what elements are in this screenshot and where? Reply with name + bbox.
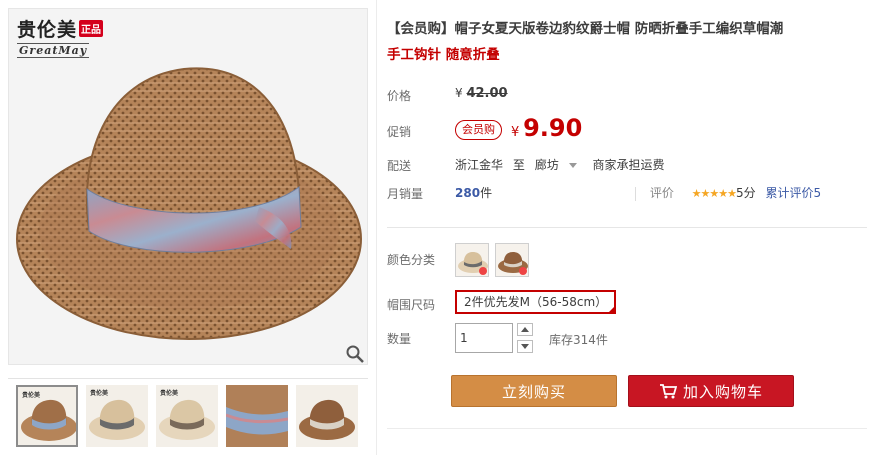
checkmark-corner-icon — [607, 305, 617, 314]
ship-to-word: 至 — [512, 158, 525, 172]
thumb-logo: 贵伦美 — [90, 390, 109, 397]
section-divider — [387, 428, 867, 429]
product-info-panel: 【会员购】帽子女夏天版卷边豹纹爵士帽 防晒折叠手工编织草帽潮 手工钩针 随意折叠… — [376, 0, 867, 455]
shipping-fee-note: 商家承担运费 — [592, 158, 665, 172]
quantity-increase-button[interactable] — [517, 323, 533, 336]
size-label: 帽围尺码 — [387, 298, 436, 312]
member-promo-tag: 会员购 — [455, 120, 502, 140]
promo-currency: ¥ — [511, 125, 520, 140]
ship-from: 浙江金华 — [455, 158, 504, 172]
add-to-cart-button[interactable]: 加入购物车 — [628, 375, 794, 407]
selected-dot-icon — [479, 267, 487, 275]
star-rating-icon: ★★★★★ — [691, 187, 737, 200]
thumbnail-strip: 贵伦美 贵伦美 贵伦美 — [8, 378, 368, 447]
color-label: 颜色分类 — [387, 253, 436, 267]
chevron-down-icon — [521, 344, 529, 349]
product-title: 【会员购】帽子女夏天版卷边豹纹爵士帽 防晒折叠手工编织草帽潮 — [387, 21, 784, 37]
size-option-selected[interactable]: 2件优先发M（56-58cm） — [455, 290, 617, 314]
brand-subtitle: GreatMay — [17, 43, 90, 58]
price-label: 价格 — [387, 89, 412, 103]
brand-logo: 贵伦美 正品 GreatMay — [17, 15, 104, 58]
straw-hat-image — [16, 67, 362, 340]
monthly-sales-count: 280 — [455, 186, 481, 200]
divider — [635, 186, 636, 201]
buy-now-button[interactable]: 立刻购买 — [451, 375, 617, 407]
authentic-badge: 正品 — [79, 20, 104, 37]
product-subtitle: 手工钩针 随意折叠 — [387, 47, 500, 63]
original-price-value: 42.00 — [466, 86, 508, 101]
selected-dot-icon — [519, 267, 527, 275]
buy-now-label: 立刻购买 — [501, 382, 566, 401]
promo-price-value: 9.90 — [523, 114, 583, 142]
size-option-text: 2件优先发M（56-58cm） — [464, 295, 608, 309]
quantity-decrease-button[interactable] — [517, 340, 533, 353]
ship-destination-selector[interactable]: 廊坊 — [535, 158, 559, 172]
thumb-logo: 贵伦美 — [22, 392, 41, 399]
stock-count: 库存314件 — [549, 333, 608, 347]
rating-score: 5分 — [735, 186, 756, 200]
thumbnail-4[interactable] — [226, 385, 288, 447]
color-option-2[interactable] — [495, 243, 529, 277]
thumbnail-3[interactable]: 贵伦美 — [156, 385, 218, 447]
main-product-image[interactable]: 贵伦美 正品 GreatMay — [8, 8, 368, 365]
shipping-info: 浙江金华 至 廊坊 商家承担运费 — [455, 156, 671, 173]
section-divider — [387, 227, 867, 228]
thumb-hat-closeup-image — [226, 385, 288, 447]
currency-symbol: ¥ — [455, 86, 463, 100]
rating-label: 评价 — [649, 186, 674, 200]
shopping-cart-icon — [659, 384, 677, 399]
thumbnail-1[interactable]: 贵伦美 — [16, 385, 78, 447]
original-price: ¥ 42.00 — [455, 86, 508, 101]
thumb-hat-image — [299, 399, 355, 440]
product-gallery: 贵伦美 正品 GreatMay 贵伦美 贵伦美 贵伦美 — [8, 8, 368, 448]
promo-price: ¥ 9.90 — [511, 114, 582, 142]
color-option-1[interactable] — [455, 243, 489, 277]
brand-name: 贵伦美 — [17, 19, 78, 41]
add-to-cart-label: 加入购物车 — [682, 382, 763, 401]
review-count-link[interactable]: 累计评价5 — [765, 186, 821, 200]
monthly-sales-label: 月销量 — [387, 187, 424, 201]
quantity-input[interactable] — [455, 323, 513, 353]
thumbnail-5[interactable] — [296, 385, 358, 447]
promo-label: 促销 — [387, 125, 412, 139]
chevron-down-icon[interactable] — [568, 163, 577, 168]
thumb-logo: 贵伦美 — [160, 390, 179, 397]
monthly-sales-unit: 件 — [480, 186, 493, 200]
rating-summary: 评价 ★★★★★5分 累计评价5 — [635, 184, 821, 201]
magnifier-icon[interactable] — [345, 344, 365, 364]
quantity-label: 数量 — [387, 332, 412, 346]
shipping-label: 配送 — [387, 159, 412, 173]
monthly-sales: 280件 — [455, 184, 492, 201]
chevron-up-icon — [521, 327, 529, 332]
thumbnail-2[interactable]: 贵伦美 — [86, 385, 148, 447]
